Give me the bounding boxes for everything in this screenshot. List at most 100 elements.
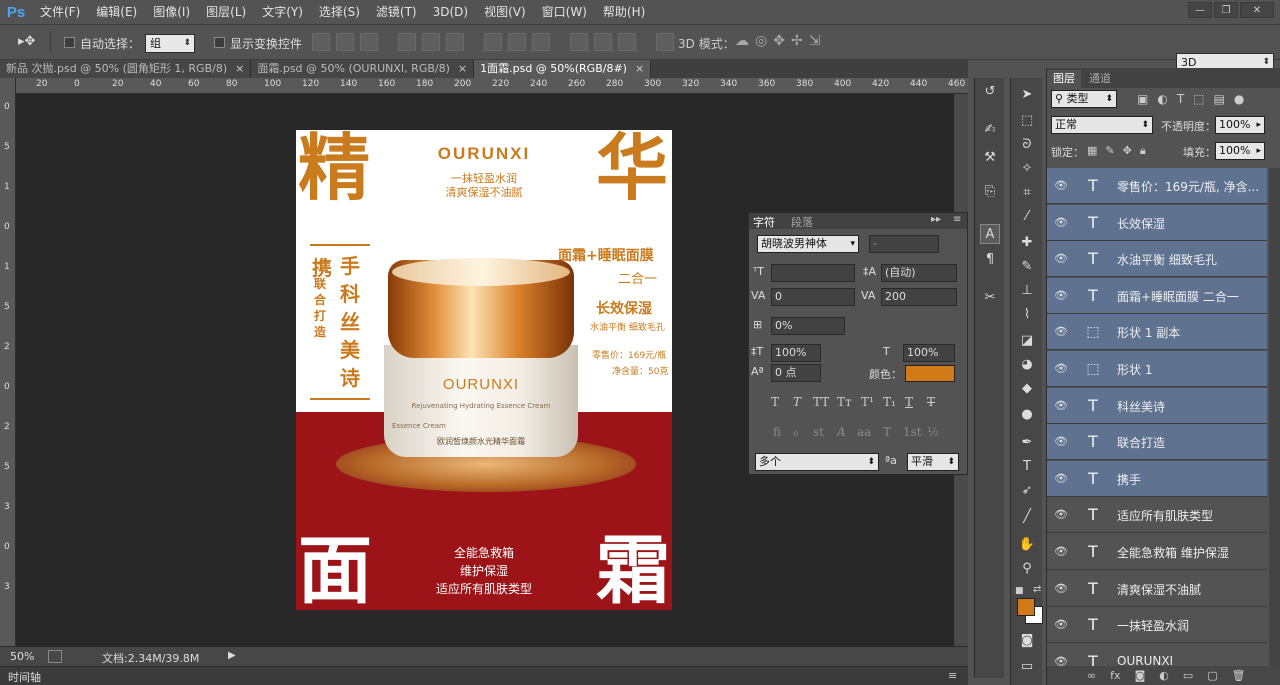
antialias-dropdown[interactable]: 平滑 ⬍	[907, 453, 959, 471]
align-hcenter-icon[interactable]	[422, 33, 440, 51]
scale-field[interactable]: 0%	[771, 317, 845, 335]
swap-colors-icon[interactable]: ⇄	[1033, 584, 1041, 595]
auto-select-checkbox[interactable]	[64, 37, 75, 48]
add-mask-icon[interactable]: ◙	[1135, 669, 1146, 682]
layer-name[interactable]: 长效保湿	[1117, 215, 1262, 232]
link-layers-icon[interactable]: ∞	[1087, 669, 1096, 682]
align-right-icon[interactable]	[446, 33, 464, 51]
menu-3d[interactable]: 3D(D)	[425, 0, 476, 24]
visibility-eye-icon[interactable]: 👁︎	[1053, 507, 1069, 523]
quick-mask-icon[interactable]: ◙	[1015, 630, 1039, 652]
path-selection-tool-icon[interactable]: ➶	[1015, 480, 1039, 502]
3d-roll-icon[interactable]: ◎	[755, 33, 767, 49]
layer-name[interactable]: 联合打造	[1117, 434, 1262, 451]
layer-kind-filter[interactable]: ⚲ 类型 ⬍	[1051, 90, 1117, 108]
layer-name[interactable]: 科丝美诗	[1117, 398, 1262, 415]
tab-channels[interactable]: 通道	[1083, 70, 1117, 88]
baseline-field[interactable]: 0 点	[771, 364, 821, 382]
menu-file[interactable]: 文件(F)	[32, 0, 88, 24]
layer-row[interactable]: 👁︎ T 联合打造	[1047, 424, 1267, 461]
visibility-eye-icon[interactable]: 👁︎	[1053, 654, 1069, 666]
menu-type[interactable]: 文字(Y)	[254, 0, 311, 24]
layers-scrollbar[interactable]	[1269, 168, 1280, 666]
old-style-icon[interactable]: ℴ	[793, 425, 799, 439]
language-dropdown[interactable]: 多个 ⬍	[755, 453, 879, 471]
visibility-eye-icon[interactable]: 👁︎	[1053, 434, 1069, 450]
pixel-filter-icon[interactable]: ▣	[1137, 92, 1148, 106]
character-panel-icon[interactable]: A	[980, 224, 1000, 244]
type-filter-icon[interactable]: T	[1177, 92, 1184, 106]
menu-filter[interactable]: 滤镜(T)	[368, 0, 425, 24]
distribute-vcenter-icon[interactable]	[508, 33, 526, 51]
document-canvas[interactable]: 精 华 面 霜 OURUNXI 一抹轻盈水润 清爽保湿不油腻 携 联合打造 手科…	[296, 130, 672, 610]
move-tool-icon[interactable]: ➤	[1015, 84, 1039, 106]
tracking-field[interactable]: 200	[881, 288, 957, 306]
layer-name[interactable]: 全能急救箱 维护保湿	[1117, 544, 1262, 561]
distribute-hcenter-icon[interactable]	[594, 33, 612, 51]
status-menu-arrow-icon[interactable]: ▶	[228, 650, 236, 661]
small-caps-icon[interactable]: Tт	[837, 395, 852, 409]
discretionary-ligature-icon[interactable]: st	[813, 425, 824, 439]
menu-select[interactable]: 选择(S)	[311, 0, 368, 24]
vertical-scale-field[interactable]: 100%	[771, 344, 821, 362]
menu-layer[interactable]: 图层(L)	[198, 0, 254, 24]
foreground-color-swatch[interactable]	[1017, 598, 1035, 616]
visibility-eye-icon[interactable]: 👁︎	[1053, 398, 1069, 414]
marquee-tool-icon[interactable]: ⬚	[1015, 110, 1039, 132]
layer-row[interactable]: 👁︎ T 长效保湿	[1047, 204, 1267, 241]
zoom-level[interactable]: 50%	[10, 650, 34, 663]
layer-row[interactable]: 👁︎ T 全能急救箱 维护保湿	[1047, 534, 1267, 570]
layer-name[interactable]: 携手	[1117, 471, 1262, 488]
kerning-field[interactable]: 0	[771, 288, 855, 306]
distribute-bottom-icon[interactable]	[532, 33, 550, 51]
menu-image[interactable]: 图像(I)	[145, 0, 198, 24]
align-bottom-icon[interactable]	[360, 33, 378, 51]
tab-close-icon[interactable]: ×	[635, 62, 644, 75]
distribute-top-icon[interactable]	[484, 33, 502, 51]
hand-tool-icon[interactable]: ✋	[1015, 534, 1039, 556]
tab-doc-2[interactable]: 面霜.psd @ 50% (OURUNXI, RGB/8) ×	[251, 60, 475, 78]
pen-tool-icon[interactable]: ✒	[1015, 432, 1039, 454]
layer-row[interactable]: 👁︎ T 科丝美诗	[1047, 387, 1267, 424]
clone-stamp-tool-icon[interactable]: ⊥	[1015, 280, 1039, 302]
magic-wand-tool-icon[interactable]: ✧	[1015, 158, 1039, 180]
3d-slide-icon[interactable]: ✢	[791, 33, 803, 49]
lock-all-icon[interactable]: 🔒︎	[1140, 144, 1146, 158]
3d-scale-icon[interactable]: ⇲	[809, 33, 821, 49]
visibility-eye-icon[interactable]: 👁︎	[1053, 471, 1069, 487]
new-group-icon[interactable]: ▭	[1183, 669, 1193, 682]
smart-object-filter-icon[interactable]: ▤	[1214, 92, 1225, 106]
menu-edit[interactable]: 编辑(E)	[88, 0, 145, 24]
visibility-eye-icon[interactable]: 👁︎	[1053, 288, 1069, 304]
tab-doc-1[interactable]: 新品 次抛.psd @ 50% (圆角矩形 1, RGB/8) ×	[0, 60, 252, 78]
layer-row[interactable]: 👁︎ T 清爽保湿不油腻	[1047, 571, 1267, 607]
3d-pan-icon[interactable]: ✥	[773, 33, 785, 49]
visibility-eye-icon[interactable]: 👁︎	[1053, 251, 1069, 267]
distribute-right-icon[interactable]	[618, 33, 636, 51]
tab-close-icon[interactable]: ×	[458, 62, 467, 75]
lasso-tool-icon[interactable]: ᘐ	[1015, 134, 1039, 156]
show-transform-checkbox[interactable]	[214, 37, 225, 48]
stylistic-alternates-icon[interactable]: aa	[857, 425, 871, 439]
layer-name[interactable]: 形状 1	[1117, 361, 1262, 378]
delete-layer-icon[interactable]: 🗑︎	[1232, 669, 1246, 682]
layer-row[interactable]: 👁︎ T 水油平衡 细致毛孔	[1047, 241, 1267, 278]
layer-name[interactable]: 形状 1 副本	[1117, 324, 1262, 341]
layer-name[interactable]: 水油平衡 细致毛孔	[1117, 251, 1262, 268]
type-tool-icon[interactable]: T	[1015, 456, 1039, 478]
fill-field[interactable]: 100% ▸	[1215, 142, 1265, 160]
visibility-eye-icon[interactable]: 👁︎	[1053, 215, 1069, 231]
lock-position-icon[interactable]: ✥	[1123, 144, 1132, 158]
layer-row[interactable]: 👁︎ T OURUNXI	[1047, 644, 1267, 666]
paragraph-panel-icon[interactable]: ¶	[980, 250, 1000, 270]
layer-row[interactable]: 👁︎ T 携手	[1047, 460, 1267, 497]
font-family-dropdown[interactable]: 胡晓波男神体 ▾	[757, 235, 859, 253]
history-brush-tool-icon[interactable]: ⌇	[1015, 304, 1039, 326]
timeline-label[interactable]: 时间轴	[8, 669, 41, 685]
clone-source-icon[interactable]: ⎘	[980, 182, 1000, 202]
leading-field[interactable]: (自动)	[881, 264, 957, 282]
visibility-eye-icon[interactable]: 👁︎	[1053, 581, 1069, 597]
tab-layers[interactable]: 图层	[1047, 70, 1081, 88]
underline-icon[interactable]: T	[905, 395, 913, 409]
restore-button[interactable]: ❐	[1214, 2, 1238, 18]
